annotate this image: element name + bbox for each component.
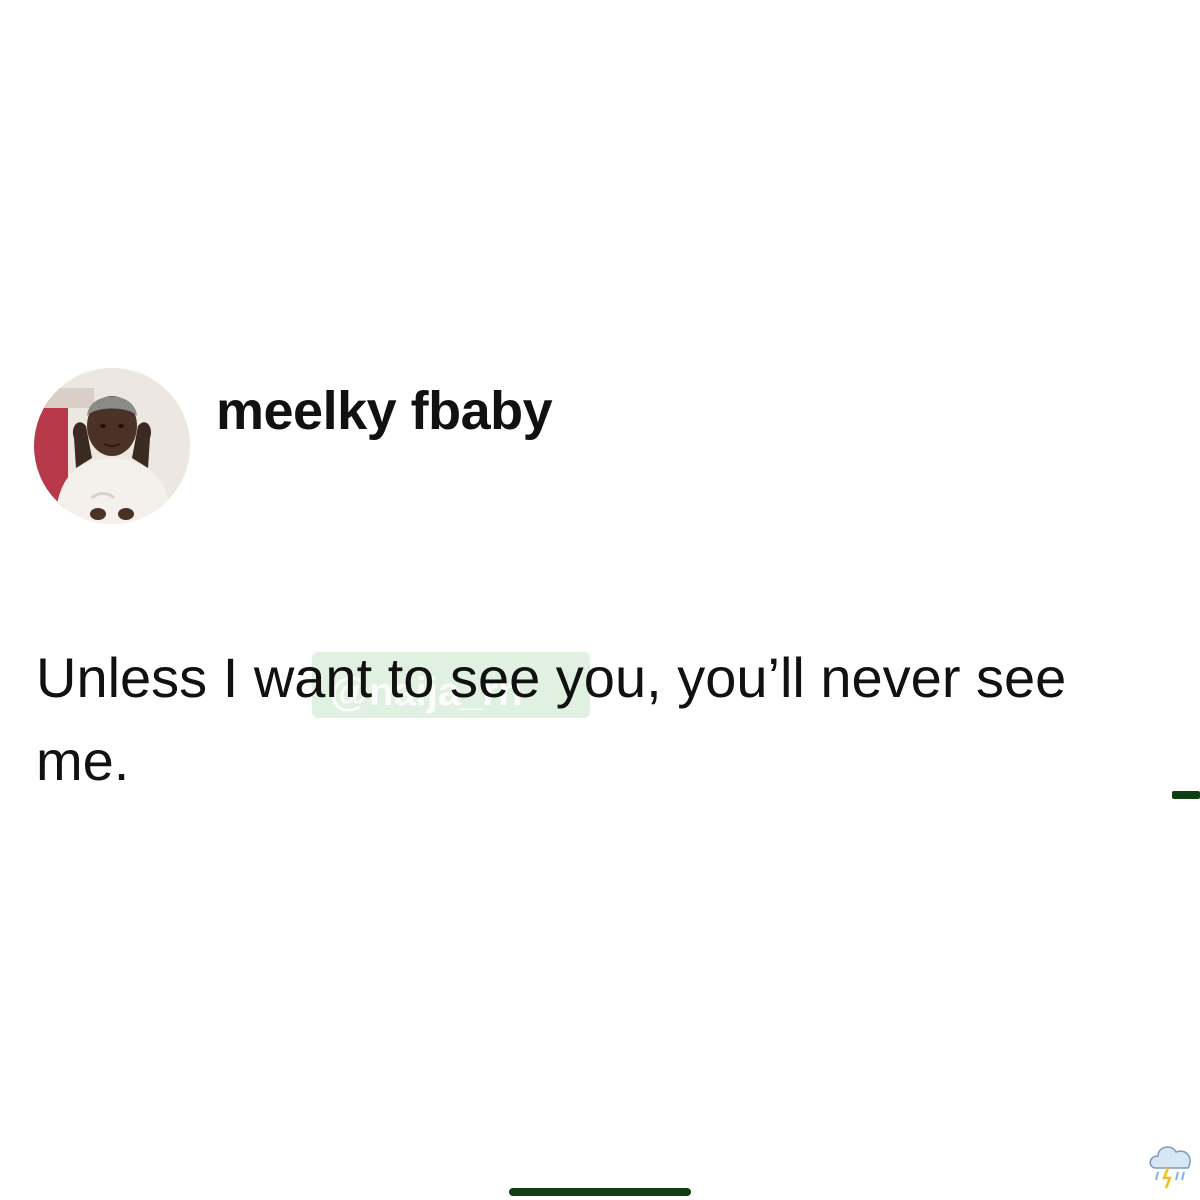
avatar[interactable] [34,368,190,524]
post-text: Unless I want to see you, you’ll never s… [36,646,1067,792]
storm-cloud-icon [1146,1138,1196,1194]
display-name[interactable]: meelky fbaby [216,380,553,442]
profile-photo-icon [34,368,190,524]
home-indicator[interactable] [509,1188,691,1196]
post-card: meelky fbaby @naija_rn Unless I want to … [0,0,1200,1200]
scroll-indicator [1172,791,1200,799]
